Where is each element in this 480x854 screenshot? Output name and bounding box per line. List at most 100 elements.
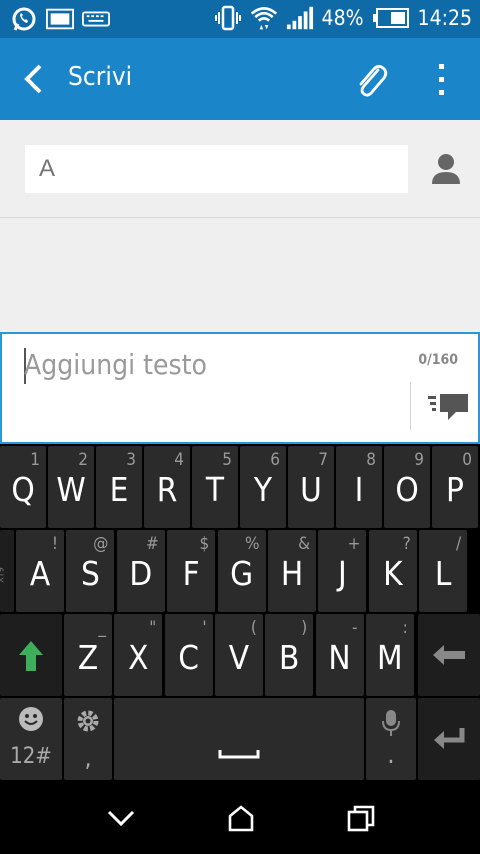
symbols-label: 12#: [10, 744, 52, 769]
key-label: P: [446, 470, 464, 509]
key-label: J: [338, 554, 347, 593]
key-n[interactable]: -N: [315, 614, 364, 696]
compose-box[interactable]: Aggiungi testo 0/160: [0, 332, 480, 444]
key-secondary-label: -: [351, 618, 358, 638]
send-message-icon[interactable]: [426, 390, 470, 422]
contact-person-icon[interactable]: [426, 150, 466, 190]
key-g[interactable]: % G: [217, 530, 266, 612]
key-label: B: [279, 638, 300, 677]
enter-icon: [434, 728, 465, 749]
key-secondary-label: #: [145, 534, 159, 554]
signal-icon: [286, 5, 314, 31]
status-time: 14:25: [417, 6, 472, 30]
key-label: I: [354, 470, 364, 509]
more-vert-icon[interactable]: [430, 62, 454, 98]
key-label: E: [109, 470, 129, 509]
key-p[interactable]: 0P: [432, 446, 478, 528]
key-secondary-label: :: [402, 618, 408, 638]
battery-icon: [372, 5, 410, 31]
backspace-icon: [433, 645, 465, 665]
nav-back-icon[interactable]: [106, 804, 136, 832]
key-secondary-label: &: [298, 534, 310, 554]
key-k[interactable]: ? K: [368, 530, 417, 612]
key-label: N: [328, 638, 351, 677]
key-secondary-label: 2: [78, 450, 88, 470]
key-c[interactable]: ' C: [164, 614, 213, 696]
navigation-bar: [0, 782, 480, 854]
nav-recents-icon[interactable]: [346, 804, 376, 832]
key-secondary-label: 6: [270, 450, 280, 470]
key-d[interactable]: # D: [116, 530, 165, 612]
key-label: O: [395, 470, 419, 509]
microphone-icon: [381, 708, 401, 742]
message-placeholder[interactable]: Aggiungi testo: [24, 348, 207, 381]
key-secondary-label: 0: [462, 450, 472, 470]
key-e[interactable]: 3E: [96, 446, 142, 528]
screen-title: Scrivi: [68, 62, 133, 92]
paperclip-icon[interactable]: [352, 60, 390, 100]
enter-key[interactable]: [418, 698, 480, 780]
xt9-side-key[interactable]: XT9: [0, 530, 14, 612]
key-secondary-label: 5: [222, 450, 232, 470]
key-label: C: [178, 638, 199, 677]
backspace-key[interactable]: [418, 614, 480, 696]
key-l[interactable]: / L: [419, 530, 468, 612]
key-secondary-label: @: [93, 534, 109, 554]
shift-key[interactable]: [0, 614, 62, 696]
back-arrow-icon[interactable]: [18, 62, 52, 96]
key-r[interactable]: 4R: [144, 446, 190, 528]
compose-divider: [410, 382, 411, 430]
key-label: L: [434, 554, 452, 593]
battery-percent: 48%: [321, 6, 364, 30]
key-s[interactable]: @ S: [66, 530, 115, 612]
key-h[interactable]: & H: [268, 530, 316, 612]
key-secondary-label: %: [245, 534, 260, 554]
sms-icon: [46, 6, 74, 32]
key-label: S: [80, 554, 100, 593]
key-j[interactable]: + J: [318, 530, 367, 612]
emoji-icon: [18, 706, 44, 736]
key-t[interactable]: 5T: [192, 446, 238, 528]
key-x[interactable]: " X: [114, 614, 163, 696]
key-secondary-label: 3: [126, 450, 136, 470]
emoji-symbols-key[interactable]: 12#: [0, 698, 62, 780]
key-z[interactable]: _ Z: [64, 614, 112, 696]
key-secondary-label: !: [51, 534, 58, 554]
key-secondary-label: 4: [174, 450, 184, 470]
key-label: V: [228, 638, 250, 677]
space-bar-icon: [218, 750, 260, 759]
nav-home-icon[interactable]: [226, 804, 256, 832]
recipient-area: [0, 120, 480, 332]
key-secondary-label: /: [456, 534, 462, 554]
key-f[interactable]: $ F: [167, 530, 216, 612]
key-m[interactable]: :M: [365, 614, 414, 696]
key-secondary-label: ): [301, 618, 308, 638]
voice-period-key[interactable]: .: [366, 698, 416, 780]
key-label: Z: [77, 638, 99, 677]
divider: [0, 217, 480, 218]
key-a[interactable]: ! A: [16, 530, 64, 612]
vibrate-icon: [214, 5, 242, 31]
key-u[interactable]: 7U: [288, 446, 334, 528]
recipient-field[interactable]: [25, 145, 408, 193]
settings-comma-key[interactable]: ,: [64, 698, 112, 780]
key-v[interactable]: (V: [214, 614, 263, 696]
key-label: K: [383, 554, 403, 593]
key-label: H: [280, 554, 304, 593]
xt9-label: XT9: [0, 567, 7, 583]
key-secondary-label: 7: [318, 450, 328, 470]
key-label: D: [129, 554, 153, 593]
key-secondary-label: 9: [414, 450, 424, 470]
app-bar: Scrivi: [0, 38, 480, 120]
key-o[interactable]: 9O: [384, 446, 430, 528]
key-i[interactable]: 8I: [336, 446, 382, 528]
key-y[interactable]: 6Y: [240, 446, 286, 528]
key-q[interactable]: 1Q: [0, 446, 46, 528]
space-key[interactable]: [114, 698, 364, 780]
key-secondary-label: ?: [402, 534, 411, 554]
key-w[interactable]: 2W: [48, 446, 94, 528]
wifi-icon: [250, 5, 278, 31]
key-b[interactable]: ) B: [265, 614, 314, 696]
key-secondary-label: +: [347, 534, 361, 554]
key-label: G: [230, 554, 254, 593]
